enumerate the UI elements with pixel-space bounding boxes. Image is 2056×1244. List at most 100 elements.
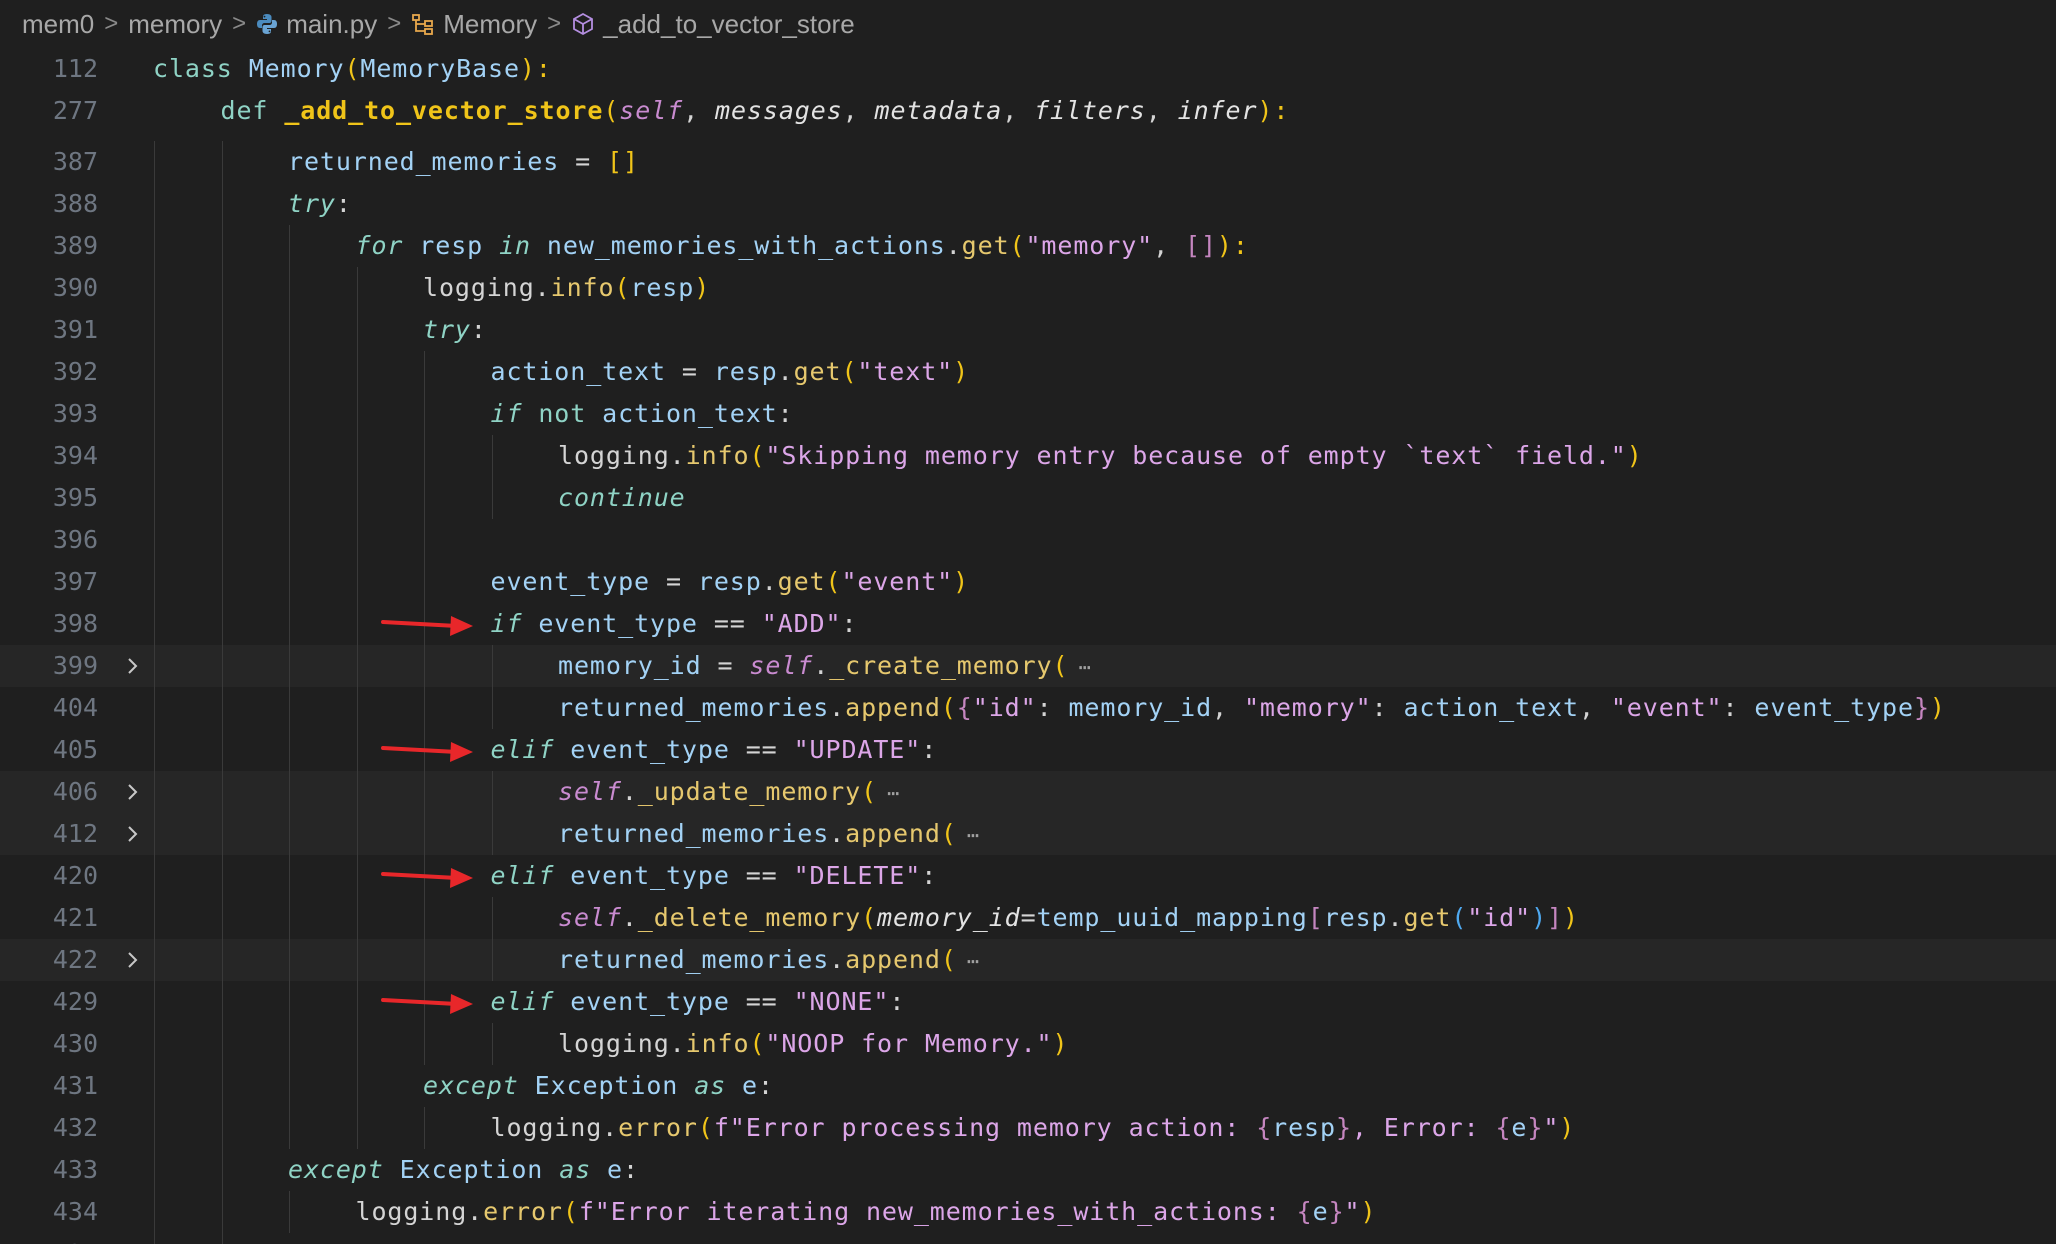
code-line-folded[interactable]: 422 returned_memories.append(⋯ bbox=[0, 939, 2056, 981]
code-line[interactable]: 112 class Memory(MemoryBase): bbox=[0, 48, 2056, 90]
breadcrumb-separator: > bbox=[232, 10, 247, 37]
code-line[interactable]: 405 elif event_type == "UPDATE": bbox=[0, 729, 2056, 771]
code-token: . bbox=[1387, 903, 1404, 932]
breadcrumb-item-memory[interactable]: memory bbox=[128, 9, 222, 40]
code-text: self._update_memory(⋯ bbox=[558, 771, 904, 813]
code-line[interactable]: 431 except Exception as e: bbox=[0, 1065, 2056, 1107]
code-text: logging.info("Skipping memory entry beca… bbox=[558, 435, 1643, 477]
chevron-right-icon[interactable] bbox=[120, 948, 144, 972]
breadcrumb-separator: > bbox=[104, 10, 119, 37]
code-token: : bbox=[1371, 693, 1404, 722]
indent-guide bbox=[491, 1023, 493, 1065]
code-line[interactable]: 397 event_type = resp.get("event") bbox=[0, 561, 2056, 603]
code-line[interactable]: 432 logging.error(f"Error processing memo… bbox=[0, 1107, 2056, 1149]
code-token: , bbox=[842, 96, 875, 125]
code-line[interactable]: 435 bbox=[0, 1233, 2056, 1244]
code-token: ( bbox=[940, 819, 957, 848]
breadcrumb-separator: > bbox=[387, 10, 402, 37]
code-token: = bbox=[701, 651, 750, 680]
code-token: : bbox=[758, 1071, 774, 1100]
breadcrumb: mem0 > memory > main.py > Memory > _add_to_vecto… bbox=[22, 0, 855, 48]
code-token: returned_memories bbox=[288, 147, 560, 176]
code-token: except bbox=[288, 1155, 384, 1184]
code-token: new_memories_with_actions bbox=[530, 231, 946, 260]
code-line[interactable]: 390 logging.info(resp) bbox=[0, 267, 2056, 309]
code-token: messages bbox=[715, 96, 843, 125]
code-token: get bbox=[777, 567, 826, 596]
code-line[interactable]: 388 try: bbox=[0, 183, 2056, 225]
code-token: def bbox=[220, 96, 285, 125]
indent-guide bbox=[289, 225, 290, 1149]
code-token: , bbox=[683, 96, 716, 125]
code-line[interactable]: 391 try: bbox=[0, 309, 2056, 351]
code-token: . bbox=[777, 357, 794, 386]
breadcrumb-item-main-py[interactable]: main.py bbox=[256, 9, 377, 40]
folded-region-ellipsis[interactable]: ⋯ bbox=[963, 825, 984, 845]
code-token: ) bbox=[953, 357, 970, 386]
code-text: logging.error(f"Error iterating new_memo… bbox=[356, 1191, 1377, 1233]
code-line[interactable]: 429 elif event_type == "NONE": bbox=[0, 981, 2056, 1023]
breadcrumb-item-memory[interactable]: Memory bbox=[411, 9, 537, 40]
code-token: error bbox=[618, 1113, 698, 1142]
code-token: ( bbox=[940, 693, 957, 722]
code-token: . bbox=[761, 567, 778, 596]
code-line[interactable]: 392 action_text = resp.get("text") bbox=[0, 351, 2056, 393]
code-token: . bbox=[669, 1029, 686, 1058]
code-token: "text" bbox=[857, 357, 954, 386]
code-line[interactable]: 389 for resp in new_memories_with_actions… bbox=[0, 225, 2056, 267]
code-line[interactable]: 396 bbox=[0, 519, 2056, 561]
breadcrumb-item-add-to-vector-store[interactable]: _add_to_vector_store bbox=[571, 9, 855, 40]
code-token: : bbox=[1722, 693, 1755, 722]
indent-guide bbox=[221, 141, 223, 1244]
code-token: = bbox=[559, 147, 608, 176]
code-token: resp bbox=[713, 357, 778, 386]
code-token: continue bbox=[558, 483, 686, 512]
indent-guide bbox=[154, 141, 155, 1244]
code-token: e bbox=[1511, 1113, 1528, 1142]
code-editor[interactable]: 112 class Memory(MemoryBase): 277 def _add_… bbox=[0, 48, 2056, 1244]
code-token: ( bbox=[749, 441, 766, 470]
code-line[interactable]: 398 if event_type == "ADD": bbox=[0, 603, 2056, 645]
breadcrumb-item-mem0[interactable]: mem0 bbox=[22, 9, 94, 40]
breadcrumb-label: mem0 bbox=[22, 8, 95, 39]
code-line[interactable]: 434 logging.error(f"Error iterating new_m… bbox=[0, 1191, 2056, 1233]
code-token: "id" bbox=[1467, 903, 1532, 932]
code-token: ( bbox=[1052, 651, 1069, 680]
code-token: get bbox=[961, 231, 1010, 260]
code-token: : bbox=[335, 189, 352, 218]
code-line[interactable]: 395 continue bbox=[0, 477, 2056, 519]
code-line[interactable]: 430 logging.info("NOOP for Memory.") bbox=[0, 1023, 2056, 1065]
folded-region-ellipsis[interactable]: ⋯ bbox=[1074, 657, 1095, 677]
folded-region-ellipsis[interactable]: ⋯ bbox=[963, 951, 984, 971]
code-line[interactable]: 394 logging.info("Skipping memory entry b… bbox=[0, 435, 2056, 477]
code-token: ( bbox=[1009, 231, 1026, 260]
code-token: : bbox=[623, 1155, 639, 1184]
code-token: . bbox=[669, 441, 686, 470]
code-line[interactable]: 277 def _add_to_vector_store(self, messag… bbox=[0, 90, 2056, 132]
code-line[interactable]: 421 self._delete_memory(memory_id=temp_uu… bbox=[0, 897, 2056, 939]
code-line[interactable]: 387 returned_memories = [] bbox=[0, 141, 2056, 183]
line-number: 432 bbox=[52, 1113, 98, 1142]
breadcrumb-separator: > bbox=[547, 10, 562, 37]
code-line[interactable]: 393 if not action_text: bbox=[0, 393, 2056, 435]
code-line-folded[interactable]: 412 returned_memories.append(⋯ bbox=[0, 813, 2056, 855]
chevron-right-icon[interactable] bbox=[120, 654, 144, 678]
code-token: . bbox=[621, 777, 638, 806]
folded-region-ellipsis[interactable]: ⋯ bbox=[883, 783, 904, 803]
code-token: Memory bbox=[248, 54, 345, 83]
line-number: 396 bbox=[52, 525, 98, 554]
chevron-right-icon[interactable] bbox=[120, 822, 144, 846]
code-token: : bbox=[921, 735, 938, 764]
code-token: . bbox=[829, 945, 846, 974]
code-token: ( bbox=[861, 903, 878, 932]
code-token: "id" bbox=[972, 693, 1037, 722]
code-token: event_type bbox=[1754, 693, 1914, 722]
code-token: as bbox=[694, 1071, 727, 1100]
code-text: def _add_to_vector_store(self, messages,… bbox=[221, 90, 1290, 132]
code-line-folded[interactable]: 399 memory_id = self._create_memory(⋯ bbox=[0, 645, 2056, 687]
chevron-right-icon[interactable] bbox=[120, 780, 144, 804]
code-line[interactable]: 404 returned_memories.append({"id": memor… bbox=[0, 687, 2056, 729]
code-line-folded[interactable]: 406 self._update_memory(⋯ bbox=[0, 771, 2056, 813]
code-line[interactable]: 420 elif event_type == "DELETE": bbox=[0, 855, 2056, 897]
code-line[interactable]: 433 except Exception as e: bbox=[0, 1149, 2056, 1191]
